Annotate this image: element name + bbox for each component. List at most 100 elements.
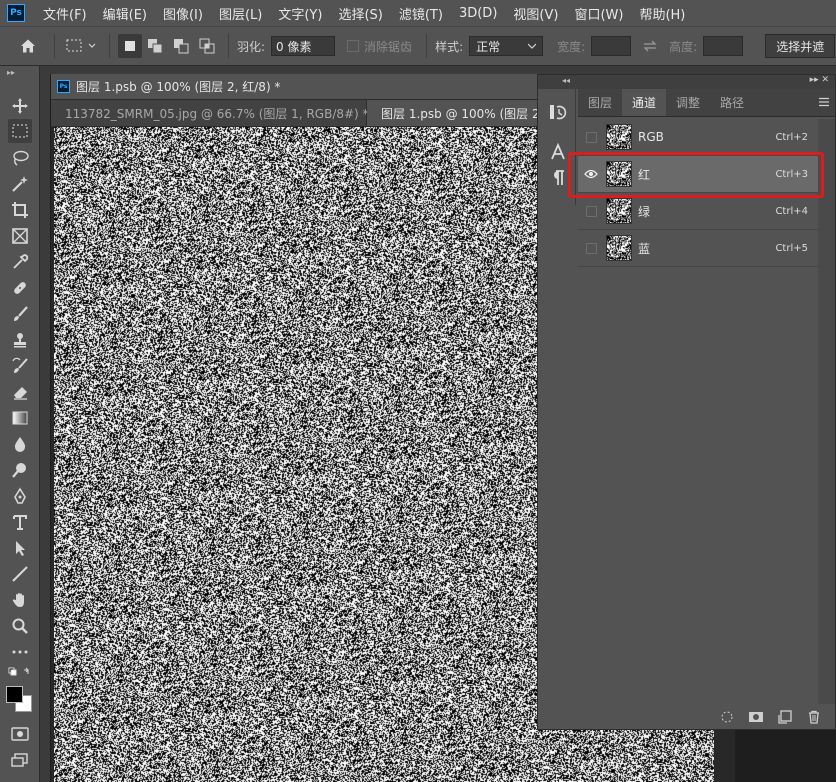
crop-tool-icon[interactable] xyxy=(8,198,32,222)
save-selection-as-channel-icon[interactable] xyxy=(747,709,765,725)
foreground-color-swatch[interactable] xyxy=(6,686,23,703)
menu-window[interactable]: 窗口(W) xyxy=(574,4,623,23)
channel-thumbnail xyxy=(606,198,632,224)
zoom-tool-icon[interactable] xyxy=(8,614,32,638)
type-tool-icon[interactable] xyxy=(8,510,32,534)
select-and-mask-button[interactable]: 选择并遮 xyxy=(765,34,836,58)
menu-edit[interactable]: 编辑(E) xyxy=(103,4,147,23)
menu-help[interactable]: 帮助(H) xyxy=(639,4,685,23)
gradient-tool-icon[interactable] xyxy=(8,406,32,430)
channels-panel: 图层 通道 调整 路径 RGB Ctrl+2 红 Ctrl+3 绿 Ctrl+4… xyxy=(578,89,835,729)
panel-menu-icon[interactable] xyxy=(819,97,829,107)
visibility-off-box xyxy=(585,131,597,143)
width-label: 宽度: xyxy=(557,39,586,54)
menu-layer[interactable]: 图层(L) xyxy=(219,4,262,23)
paragraph-panel-icon[interactable] xyxy=(547,167,569,189)
load-selection-icon[interactable] xyxy=(718,709,736,725)
subtract-from-selection-icon[interactable] xyxy=(168,34,194,58)
menu-file[interactable]: 文件(F) xyxy=(43,4,87,23)
default-colors-icon[interactable] xyxy=(8,666,32,682)
photoshop-logo-icon[interactable]: Ps xyxy=(7,4,25,22)
panel-footer xyxy=(578,706,835,728)
healing-brush-tool-icon[interactable] xyxy=(8,276,32,300)
tab-layers[interactable]: 图层 xyxy=(578,89,622,116)
separator xyxy=(109,34,110,58)
brush-tool-icon[interactable] xyxy=(8,302,32,326)
edit-toolbar-icon[interactable] xyxy=(8,640,32,664)
visibility-toggle[interactable] xyxy=(578,156,604,193)
menu-image[interactable]: 图像(I) xyxy=(163,4,203,23)
channel-row-rgb[interactable]: RGB Ctrl+2 xyxy=(578,119,818,156)
antialias-checkbox[interactable] xyxy=(347,40,360,52)
tab-channels[interactable]: 通道 xyxy=(622,89,667,116)
dodge-tool-icon[interactable] xyxy=(8,458,32,482)
channel-thumbnail xyxy=(606,235,632,261)
visibility-toggle[interactable] xyxy=(578,193,604,230)
history-brush-tool-icon[interactable] xyxy=(8,354,32,378)
channel-name: RGB xyxy=(638,130,664,144)
home-icon[interactable] xyxy=(10,33,46,59)
document-tab-label: 113782_SMRM_05.jpg @ 66.7% (图层 1, RGB/8#… xyxy=(65,106,369,121)
menu-filter[interactable]: 滤镜(T) xyxy=(399,4,443,23)
channel-name: 绿 xyxy=(638,204,651,219)
magic-wand-tool-icon[interactable] xyxy=(8,172,32,196)
menu-select[interactable]: 选择(S) xyxy=(338,4,382,23)
eraser-tool-icon[interactable] xyxy=(8,380,32,404)
blur-tool-icon[interactable] xyxy=(8,432,32,456)
channel-row-red[interactable]: 红 Ctrl+3 xyxy=(578,156,818,193)
new-selection-icon[interactable] xyxy=(118,34,142,58)
menu-bar: Ps 文件(F) 编辑(E) 图像(I) 图层(L) 文字(Y) 选择(S) 滤… xyxy=(0,0,836,26)
photoshop-document-icon: Ps xyxy=(57,80,70,93)
quick-mask-icon[interactable] xyxy=(8,722,32,746)
document-tab-jpg[interactable]: 113782_SMRM_05.jpg @ 66.7% (图层 1, RGB/8#… xyxy=(51,100,388,126)
height-input[interactable] xyxy=(703,36,744,56)
feather-input[interactable]: 0 像素 xyxy=(271,36,336,56)
menu-3d[interactable]: 3D(D) xyxy=(459,6,497,21)
channel-thumbnail xyxy=(606,124,632,150)
add-to-selection-icon[interactable] xyxy=(142,34,168,58)
channel-shortcut: Ctrl+5 xyxy=(775,242,808,254)
visibility-toggle[interactable] xyxy=(578,119,604,156)
rectangular-marquee-preset-icon[interactable] xyxy=(63,33,101,59)
width-input[interactable] xyxy=(591,36,632,56)
clone-stamp-tool-icon[interactable] xyxy=(8,328,32,352)
tab-paths[interactable]: 路径 xyxy=(710,89,754,116)
eyedropper-tool-icon[interactable] xyxy=(8,250,32,274)
eye-icon xyxy=(584,169,598,179)
delete-channel-icon[interactable] xyxy=(805,709,823,725)
channel-shortcut: Ctrl+3 xyxy=(775,168,808,180)
character-panel-icon[interactable] xyxy=(547,141,569,163)
channel-row-blue[interactable]: 蓝 Ctrl+5 xyxy=(578,230,818,267)
menu-type[interactable]: 文字(Y) xyxy=(278,4,322,23)
path-selection-tool-icon[interactable] xyxy=(8,536,32,560)
visibility-off-box xyxy=(585,242,597,254)
channel-shortcut: Ctrl+2 xyxy=(775,131,808,143)
visibility-toggle[interactable] xyxy=(578,230,604,267)
new-channel-icon[interactable] xyxy=(776,709,794,725)
collapse-dock-icon[interactable]: ◂◂ xyxy=(562,76,570,85)
intersect-selection-icon[interactable] xyxy=(194,34,220,58)
screen-mode-icon[interactable] xyxy=(8,748,32,772)
lasso-tool-icon[interactable] xyxy=(8,146,32,170)
panel-scrollbar[interactable] xyxy=(818,119,835,704)
tab-adjustments[interactable]: 调整 xyxy=(666,89,710,116)
style-label: 样式: xyxy=(435,39,464,54)
menu-view[interactable]: 视图(V) xyxy=(513,4,558,23)
antialias-label: 消除锯齿 xyxy=(364,39,413,54)
line-tool-icon[interactable] xyxy=(8,562,32,586)
channel-thumbnail xyxy=(606,161,632,187)
pen-tool-icon[interactable] xyxy=(8,484,32,508)
visibility-off-box xyxy=(585,205,597,217)
style-select[interactable]: 正常 xyxy=(469,36,544,56)
hand-tool-icon[interactable] xyxy=(8,588,32,612)
frame-tool-icon[interactable] xyxy=(8,224,32,248)
foreground-background-color[interactable] xyxy=(6,686,34,714)
channel-list: RGB Ctrl+2 红 Ctrl+3 绿 Ctrl+4 蓝 Ctrl+5 xyxy=(578,119,818,267)
close-dock-icon[interactable]: ▸▸ ✕ xyxy=(810,75,829,85)
history-panel-icon[interactable] xyxy=(547,101,569,123)
collapse-toolbar-icon[interactable]: ▸▸ xyxy=(7,68,15,77)
move-tool-icon[interactable] xyxy=(8,94,32,118)
swap-width-height-icon[interactable] xyxy=(637,36,663,56)
channel-row-green[interactable]: 绿 Ctrl+4 xyxy=(578,193,818,230)
rectangular-marquee-tool-icon[interactable] xyxy=(8,119,32,143)
